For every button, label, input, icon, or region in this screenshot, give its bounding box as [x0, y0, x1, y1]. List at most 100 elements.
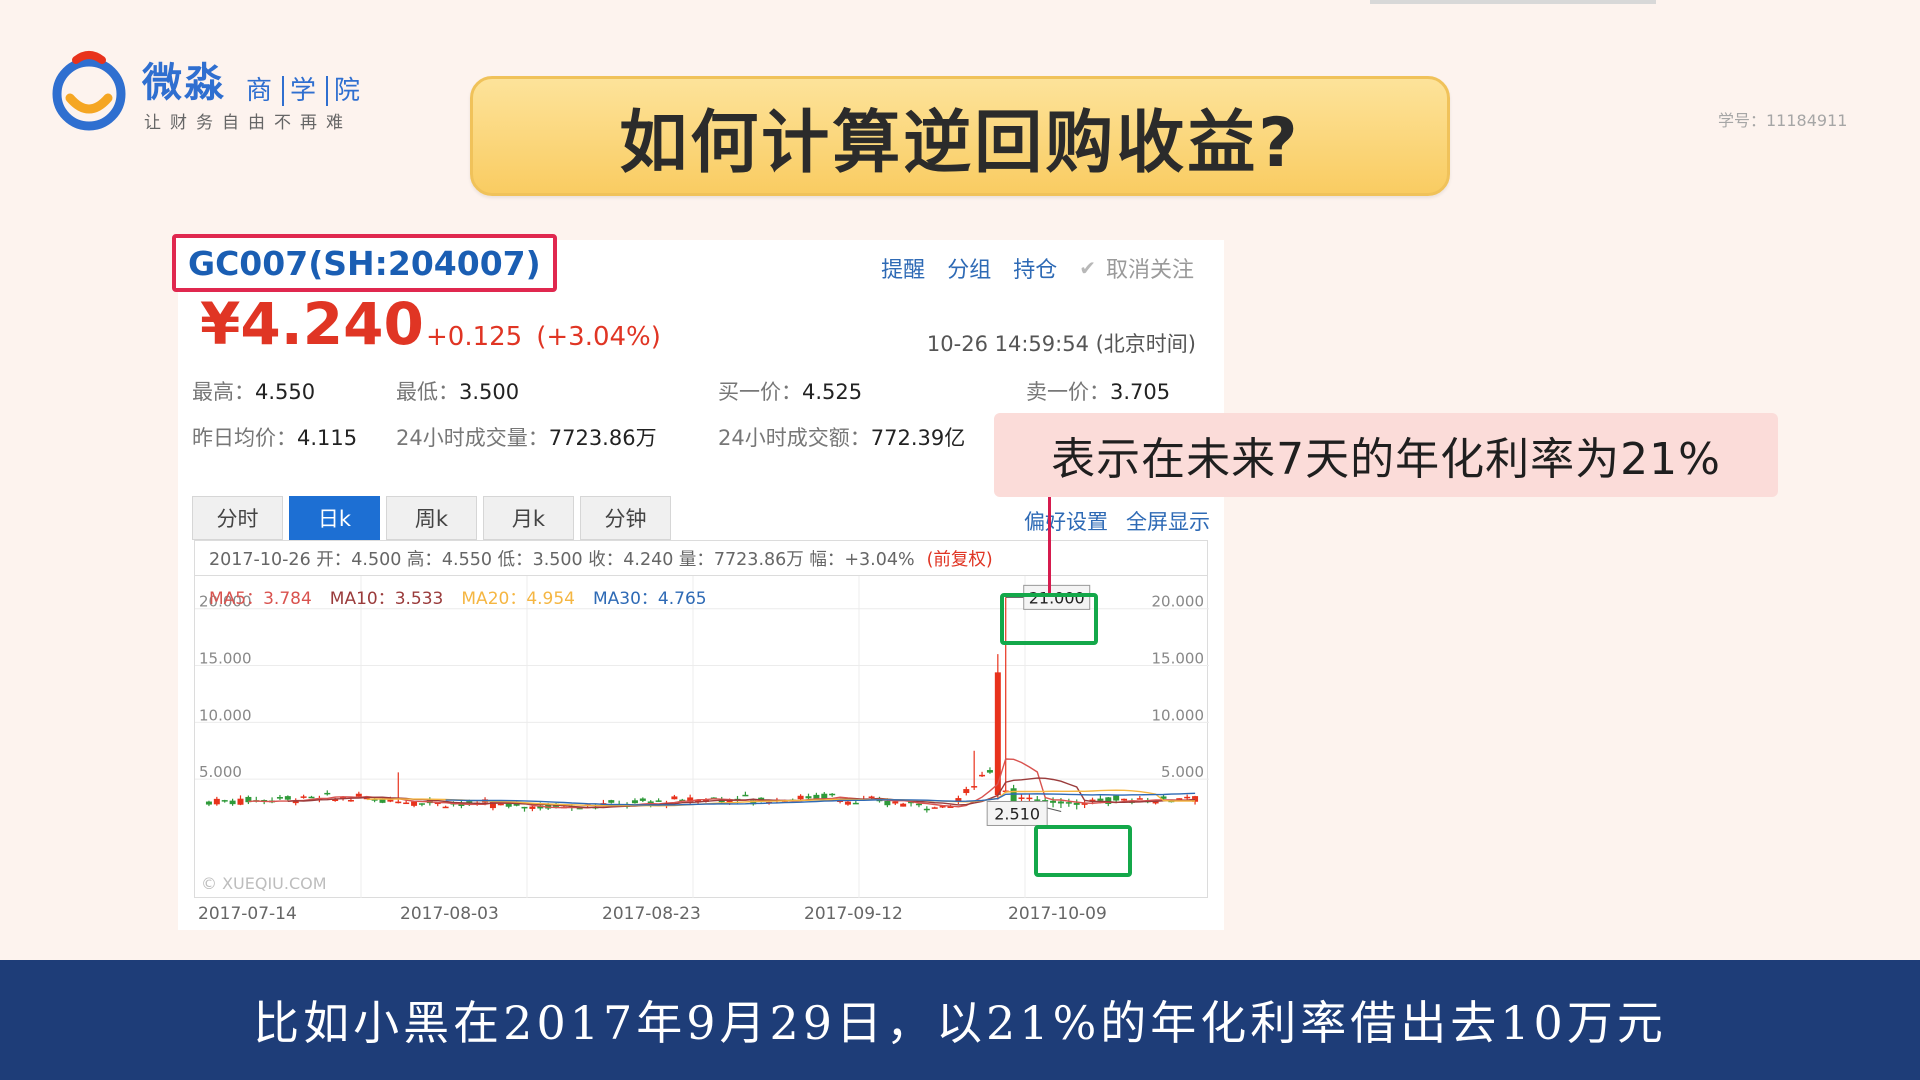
unfollow-button[interactable]: 取消关注	[1106, 252, 1194, 284]
candle-body	[986, 770, 993, 773]
price-change: +0.125 (+3.04%)	[426, 322, 661, 352]
candle-body	[237, 798, 244, 805]
stat-bid-label: 买一价：	[718, 380, 802, 404]
tab-daily-k[interactable]: 日k	[289, 496, 380, 540]
ma10-label: MA10：3.533	[329, 589, 444, 609]
logo-subtitle: 商学院	[246, 70, 371, 107]
candle-body	[1184, 796, 1191, 799]
logo-name: 微淼	[142, 60, 226, 106]
stat-ask-label: 卖一价：	[1026, 380, 1110, 404]
x-tick-label: 2017-09-12	[804, 904, 903, 924]
candle-body	[1018, 797, 1025, 799]
candle-body	[1121, 798, 1128, 801]
y-tick-label-left: 15.000	[199, 650, 252, 668]
candle-body	[347, 799, 354, 802]
change-value: +0.125	[426, 322, 523, 352]
candle-body	[221, 800, 228, 802]
candle-body	[639, 798, 646, 801]
candle-body	[387, 799, 394, 802]
hold-link[interactable]: 持仓	[1013, 252, 1057, 284]
candle-body	[1034, 799, 1041, 801]
candle-body	[1136, 798, 1143, 800]
candle-body	[308, 796, 315, 799]
candle-body	[671, 796, 678, 800]
stat-turnover-label: 24小时成交额：	[718, 426, 871, 450]
top-edge-strip	[1370, 0, 1656, 4]
group-link[interactable]: 分组	[947, 252, 991, 284]
min-label: 2.510	[994, 804, 1040, 823]
stat-prev-avg-label: 昨日均价：	[192, 426, 297, 450]
tab-monthly-k[interactable]: 月k	[483, 496, 574, 540]
stat-volume: 24小时成交量：7723.86万	[396, 422, 657, 452]
stat-low: 最低：3.500	[396, 376, 519, 406]
candle-body	[529, 806, 536, 809]
y-tick-label-left: 10.000	[199, 706, 252, 724]
ma20-label: MA20：4.954	[461, 589, 575, 609]
stat-low-value: 3.500	[459, 380, 520, 404]
stat-turnover-value: 772.39亿	[870, 426, 966, 450]
candle-body	[442, 806, 449, 809]
ma5-label: MA5：3.784	[209, 589, 312, 609]
quote-timestamp: 10-26 14:59:54 (北京时间)	[926, 332, 1196, 356]
ticker-symbol: GC007(SH:204007)	[172, 234, 557, 292]
y-tick-label-right: 15.000	[1152, 650, 1205, 668]
candle-body	[355, 793, 362, 797]
fullscreen-link[interactable]: 全屏显示	[1126, 506, 1210, 536]
candle-body	[829, 793, 836, 796]
candle-body	[884, 800, 891, 806]
candle-body	[1097, 798, 1104, 801]
candle-body	[844, 801, 851, 805]
candle-body	[852, 802, 859, 805]
remind-link[interactable]: 提醒	[881, 252, 925, 284]
rate-callout: 表示在未来7天的年化利率为21%	[994, 413, 1778, 497]
subtitle-bar: 比如小黑在2017年9月29日，以21%的年化利率借出去10万元	[0, 960, 1920, 1080]
ohlc-text: 2017-10-26 开：4.500 高：4.550 低：3.500 收：4.2…	[209, 549, 915, 570]
x-axis-dates: 2017-07-14 2017-08-03 2017-08-23 2017-09…	[178, 904, 1224, 928]
candle-body	[324, 792, 331, 795]
stat-turnover: 24小时成交额：772.39亿	[718, 422, 965, 452]
adjust-mode: (前复权)	[926, 549, 993, 570]
stat-prev-avg-value: 4.115	[297, 426, 358, 450]
candle-body	[963, 789, 970, 794]
stat-ask-value: 3.705	[1110, 380, 1171, 404]
logo-sub-1: 商	[246, 76, 277, 106]
candle-body	[1050, 800, 1057, 803]
max-highlight-box	[1000, 593, 1098, 645]
xueqiu-watermark: © XUEQIU.COM	[201, 874, 327, 893]
candle-body	[892, 801, 899, 804]
preferences-link[interactable]: 偏好设置	[1024, 506, 1108, 536]
candle-body	[868, 796, 875, 798]
candle-body	[923, 808, 930, 811]
title-banner: 如何计算逆回购收益?	[470, 76, 1450, 196]
tab-weekly-k[interactable]: 周k	[386, 496, 477, 540]
candle-body	[631, 800, 638, 804]
candle-body	[931, 807, 938, 809]
brand-logo: 微淼 商学院 让财务自由不再难	[50, 46, 380, 136]
candle-body	[1026, 797, 1033, 800]
candle-body	[521, 806, 528, 809]
candle-body	[411, 801, 418, 806]
stat-ask: 卖一价：3.705	[1026, 376, 1170, 406]
candle-body	[418, 803, 425, 805]
stat-low-label: 最低：	[396, 380, 459, 404]
logo-sub-2: 学	[282, 76, 327, 106]
stat-volume-value: 7723.86万	[548, 426, 657, 450]
tab-intraday[interactable]: 分时	[192, 496, 283, 540]
stat-high-label: 最高：	[192, 380, 255, 404]
tab-minute[interactable]: 分钟	[580, 496, 671, 540]
x-tick-label: 2017-08-23	[602, 904, 701, 924]
candle-body	[1010, 788, 1017, 802]
candle-body	[284, 796, 291, 800]
current-price: ¥4.240	[200, 290, 424, 358]
quote-actions: 提醒 分组 持仓 ✔ 取消关注	[881, 252, 1194, 284]
stat-high: 最高：4.550	[192, 376, 315, 406]
ohlc-info-bar: 2017-10-26 开：4.500 高：4.550 低：3.500 收：4.2…	[194, 540, 1208, 576]
stat-bid-value: 4.525	[802, 380, 863, 404]
candle-body	[805, 796, 812, 799]
min-highlight-box	[1034, 825, 1132, 877]
ma30-label: MA30：4.765	[593, 589, 707, 609]
y-tick-label-left: 5.000	[199, 763, 242, 781]
x-tick-label: 2017-10-09	[1008, 904, 1107, 924]
student-id: 学号：11184911	[1718, 111, 1848, 130]
stat-high-value: 4.550	[255, 380, 316, 404]
